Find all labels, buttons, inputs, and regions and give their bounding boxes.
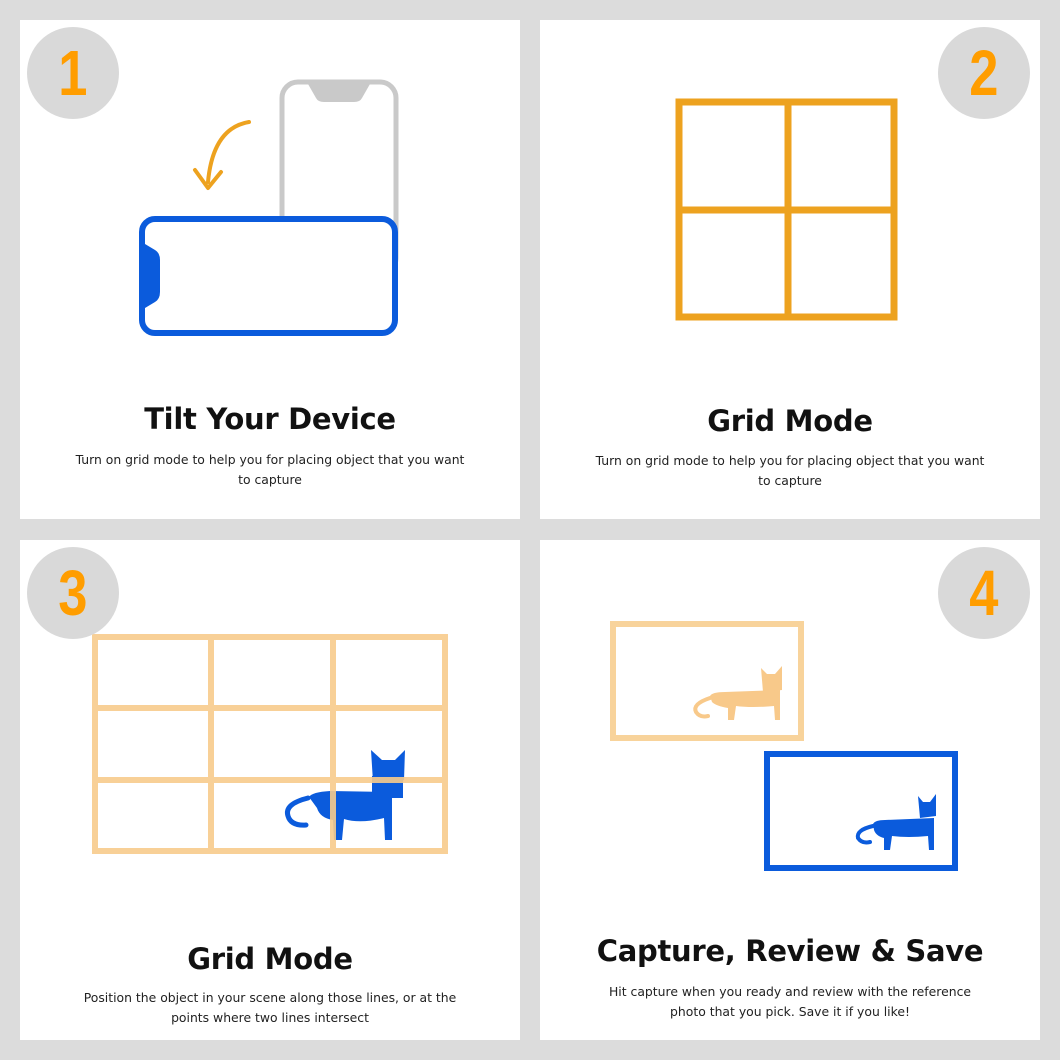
captured-photo-frame [764,751,958,871]
step-number: 3 [58,557,88,629]
step-card-4: 4 Capture, Review & Save Hit capture whe… [540,540,1040,1040]
step-card-3: 3 Grid Mode Position the object in your … [20,540,520,1040]
step-title: Grid Mode [187,942,353,976]
grid-2x2-icon [675,98,898,321]
cat-icon [693,666,782,720]
step-card-1: 1 Tilt Your Device Turn on grid mode to … [20,20,520,519]
rotate-arrow-icon [193,120,251,190]
step-description: Turn on grid mode to help you for placin… [75,452,465,487]
tilt-device-illustration [139,79,399,336]
step-description: Turn on grid mode to help you for placin… [595,453,985,488]
step-title: Tilt Your Device [144,402,396,436]
step-description: Hit capture when you ready and review wi… [608,984,972,1019]
reference-photo-frame [610,621,804,741]
grid-3x3-icon [92,634,448,854]
cat-icon [284,750,405,840]
landscape-phone-icon [139,216,398,336]
step-title: Grid Mode [707,404,873,438]
step-card-2: 2 Grid Mode Turn on grid mode to help yo… [540,20,1040,519]
step-title: Capture, Review & Save [596,934,984,968]
step-number-badge: 3 [27,547,119,639]
step-description: Position the object in your scene along … [83,990,457,1025]
cat-icon [855,794,936,850]
